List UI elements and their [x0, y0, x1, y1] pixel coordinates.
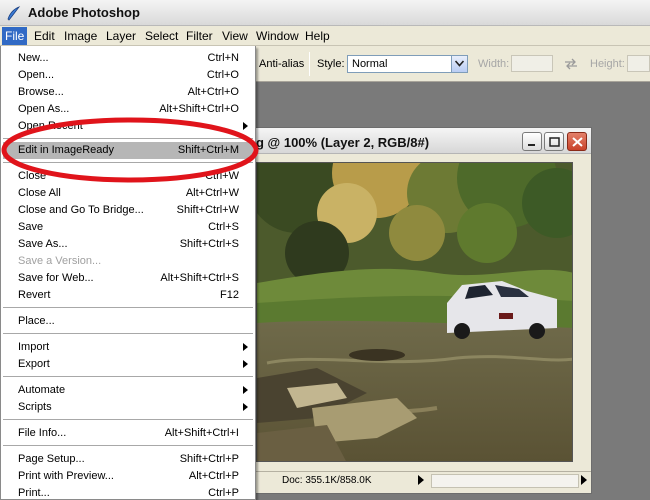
landscape-photo — [257, 163, 572, 461]
menu-separator — [3, 162, 253, 163]
document-title-bar[interactable]: g @ 100% (Layer 2, RGB/8#) — [226, 128, 591, 154]
menu-item-import[interactable]: Import — [3, 339, 253, 356]
scroll-right-arrow-icon[interactable] — [579, 474, 589, 486]
submenu-arrow-icon — [243, 122, 248, 130]
menu-item-edit-in-imageready[interactable]: Edit in ImageReady Shift+Ctrl+M — [3, 142, 253, 159]
menu-select[interactable]: Select — [143, 29, 180, 43]
menu-item-print[interactable]: Print... Ctrl+P — [3, 485, 253, 500]
menu-item-close-go-to-bridge[interactable]: Close and Go To Bridge... Shift+Ctrl+W — [3, 202, 253, 219]
style-select[interactable]: Normal — [347, 55, 468, 73]
horizontal-scrollbar[interactable] — [431, 474, 579, 488]
options-separator — [309, 52, 310, 76]
menu-item-file-info[interactable]: File Info... Alt+Shift+Ctrl+I — [3, 425, 253, 442]
menu-item-close[interactable]: Close Ctrl+W — [3, 168, 253, 185]
height-label: Height: — [590, 58, 625, 70]
document-size-status: Doc: 355.1K/858.0K — [282, 475, 372, 486]
menu-item-open-recent[interactable]: Open Recent — [3, 118, 253, 135]
menu-file[interactable]: File — [2, 27, 28, 45]
menu-separator — [3, 445, 253, 446]
photoshop-feather-icon — [7, 6, 21, 21]
menu-item-open-as[interactable]: Open As... Alt+Shift+Ctrl+O — [3, 101, 253, 118]
app-title-bar: Adobe Photoshop — [0, 0, 650, 26]
menu-item-page-setup[interactable]: Page Setup... Shift+Ctrl+P — [3, 451, 253, 468]
menu-item-revert[interactable]: Revert F12 — [3, 287, 253, 304]
menu-help[interactable]: Help — [303, 29, 332, 43]
submenu-arrow-icon — [243, 403, 248, 411]
menu-image[interactable]: Image — [62, 29, 99, 43]
menu-window[interactable]: Window — [254, 29, 301, 43]
menu-item-save-as[interactable]: Save As... Shift+Ctrl+S — [3, 236, 253, 253]
document-window[interactable]: g @ 100% (Layer 2, RGB/8#) Doc: 355.1K/8… — [225, 127, 592, 494]
menu-separator — [3, 307, 253, 308]
menu-item-open[interactable]: Open... Ctrl+O — [3, 67, 253, 84]
antialias-label[interactable]: Anti-alias — [259, 58, 304, 70]
document-title: g @ 100% (Layer 2, RGB/8#) — [256, 135, 430, 150]
menu-item-close-all[interactable]: Close All Alt+Ctrl+W — [3, 185, 253, 202]
file-menu-dropdown: New... Ctrl+N Open... Ctrl+O Browse... Alt+… — [0, 46, 256, 500]
menu-item-automate[interactable]: Automate — [3, 382, 253, 399]
menu-item-save-for-web[interactable]: Save for Web... Alt+Shift+Ctrl+S — [3, 270, 253, 287]
height-field[interactable] — [627, 55, 650, 72]
document-status-bar: Doc: 355.1K/858.0K — [226, 471, 591, 489]
submenu-arrow-icon — [243, 343, 248, 351]
menu-separator — [3, 419, 253, 420]
menu-item-print-with-preview[interactable]: Print with Preview... Alt+Ctrl+P — [3, 468, 253, 485]
status-menu-arrow-icon[interactable] — [416, 474, 426, 486]
menu-separator — [3, 376, 253, 377]
menu-item-save[interactable]: Save Ctrl+S — [3, 219, 253, 236]
menu-item-new[interactable]: New... Ctrl+N — [3, 50, 253, 67]
menu-separator — [3, 333, 253, 334]
menu-separator — [3, 138, 253, 139]
menu-item-scripts[interactable]: Scripts — [3, 399, 253, 416]
maximize-button[interactable] — [544, 132, 564, 151]
width-field[interactable] — [511, 55, 553, 72]
width-label: Width: — [478, 58, 510, 70]
menu-item-browse[interactable]: Browse... Alt+Ctrl+O — [3, 84, 253, 101]
menu-edit[interactable]: Edit — [32, 29, 57, 43]
image-canvas[interactable] — [256, 162, 573, 462]
minimize-button[interactable] — [522, 132, 542, 151]
close-button[interactable] — [567, 132, 587, 151]
menu-layer[interactable]: Layer — [104, 29, 138, 43]
menu-view[interactable]: View — [220, 29, 250, 43]
swap-icon[interactable] — [564, 58, 578, 70]
menu-item-place[interactable]: Place... — [3, 313, 253, 330]
style-label: Style: — [317, 58, 345, 70]
menu-item-save-a-version: Save a Version... — [18, 255, 102, 267]
app-title: Adobe Photoshop — [28, 5, 140, 20]
menu-bar: File Edit Image Layer Select Filter View… — [0, 26, 650, 46]
style-select-value: Normal — [352, 58, 388, 70]
submenu-arrow-icon — [243, 360, 248, 368]
chevron-down-icon[interactable] — [451, 56, 467, 72]
submenu-arrow-icon — [243, 386, 248, 394]
menu-filter[interactable]: Filter — [184, 29, 215, 43]
menu-item-export[interactable]: Export — [3, 356, 253, 373]
